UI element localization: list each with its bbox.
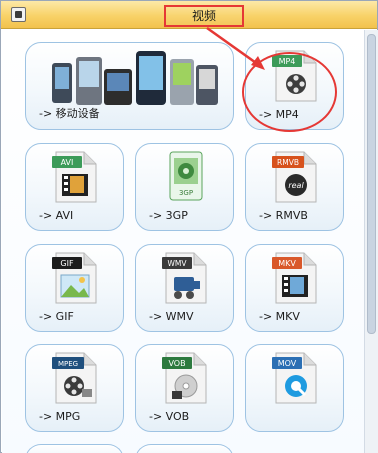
- tile-gif[interactable]: GIF -> GIF: [25, 244, 124, 332]
- tile-label: -> WMV: [149, 310, 194, 323]
- mkv-file-icon: MKV: [272, 252, 317, 304]
- rmvb-file-icon: RMVB real: [272, 151, 317, 203]
- tile-label: -> MPG: [39, 410, 81, 423]
- tile-3gp[interactable]: 3GP -> 3GP: [135, 143, 234, 231]
- badge-text: MPEG: [58, 360, 78, 368]
- vob-file-icon: VOB: [162, 352, 207, 404]
- gif-file-icon: GIF: [52, 252, 97, 304]
- tile-label: -> 3GP: [149, 209, 188, 222]
- badge-text: VOB: [168, 359, 185, 368]
- tile-mobile-devices[interactable]: -> 移动设备: [25, 42, 234, 130]
- badge-text: 3GP: [179, 189, 193, 197]
- tile-partial-2[interactable]: [135, 444, 234, 453]
- badge-text: AVI: [61, 158, 74, 167]
- mpeg-file-icon: MPEG: [52, 352, 97, 404]
- tile-label: -> RMVB: [259, 209, 308, 222]
- badge-text: RMVB: [277, 158, 299, 167]
- film-icon: [11, 7, 26, 22]
- tile-vob[interactable]: VOB -> VOB: [135, 344, 234, 432]
- mobile-devices-icon: [52, 51, 218, 105]
- tile-avi[interactable]: AVI -> AVI: [25, 143, 124, 231]
- tile-label: -> 移动设备: [39, 107, 100, 120]
- 3gp-file-icon: 3GP: [169, 151, 203, 201]
- svg-text:real: real: [288, 181, 304, 190]
- category-title: 视频: [164, 5, 244, 27]
- scrollbar-thumb[interactable]: [367, 34, 376, 334]
- tile-label: -> GIF: [39, 310, 74, 323]
- tile-label: -> MKV: [259, 310, 300, 323]
- badge-text: GIF: [60, 259, 74, 268]
- badge-text: WMV: [167, 259, 187, 268]
- badge-text: MOV: [278, 359, 297, 368]
- tile-mov[interactable]: MOV: [245, 344, 344, 432]
- highlight-circle: [242, 52, 337, 132]
- vertical-scrollbar[interactable]: [364, 30, 378, 453]
- avi-file-icon: AVI: [52, 151, 97, 203]
- tile-label: -> VOB: [149, 410, 190, 423]
- mov-file-icon: MOV: [272, 352, 317, 404]
- badge-text: MKV: [278, 259, 296, 268]
- category-header[interactable]: 视频: [1, 1, 377, 29]
- tile-mpeg[interactable]: MPEG -> MPG: [25, 344, 124, 432]
- tile-label: -> AVI: [39, 209, 74, 222]
- tile-partial-1[interactable]: [25, 444, 124, 453]
- video-format-panel: 视频 -> 移动设备 MP4 -> MP4 AVI -> AVI 3GP -> …: [0, 0, 378, 453]
- tile-mkv[interactable]: MKV -> MKV: [245, 244, 344, 332]
- wmv-file-icon: WMV: [162, 252, 207, 304]
- tile-rmvb[interactable]: RMVB real -> RMVB: [245, 143, 344, 231]
- tile-wmv[interactable]: WMV -> WMV: [135, 244, 234, 332]
